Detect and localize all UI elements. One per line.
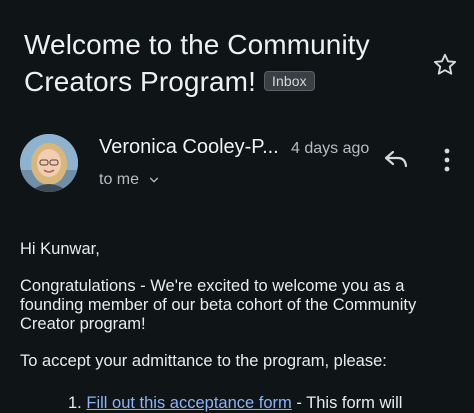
reply-icon[interactable] (383, 147, 409, 171)
sender-avatar[interactable] (20, 134, 78, 192)
body-paragraph-2: To accept your admittance to the program… (20, 352, 387, 370)
email-date: 4 days ago (291, 140, 370, 157)
subject-line-2: Creators Program! Inbox (24, 63, 424, 100)
more-vert-icon[interactable] (437, 147, 457, 173)
email-subject: Welcome to the Community Creators Progra… (24, 26, 424, 100)
chevron-down-icon (149, 177, 159, 183)
list-number: 1. (68, 394, 82, 412)
star-icon[interactable] (431, 51, 459, 79)
list-item: 1. Fill out this acceptance form - This … (68, 394, 402, 413)
acceptance-form-link[interactable]: Fill out this acceptance form (86, 394, 291, 412)
inbox-label-badge[interactable]: Inbox (264, 70, 315, 91)
subject-line-1: Welcome to the Community (24, 29, 370, 60)
recipient-label: to me (99, 171, 140, 188)
recipient-toggle[interactable]: to me (99, 171, 161, 189)
email-body: Hi Kunwar, Congratulations - We're excit… (20, 240, 460, 389)
body-paragraph-1: Congratulations - We're excited to welco… (20, 277, 417, 333)
list-item-rest: - This form will (291, 394, 403, 412)
sender-name[interactable]: Veronica Cooley-P... (99, 136, 279, 159)
greeting: Hi Kunwar, (20, 240, 100, 258)
subject-line-2-text: Creators Program! (24, 66, 256, 97)
